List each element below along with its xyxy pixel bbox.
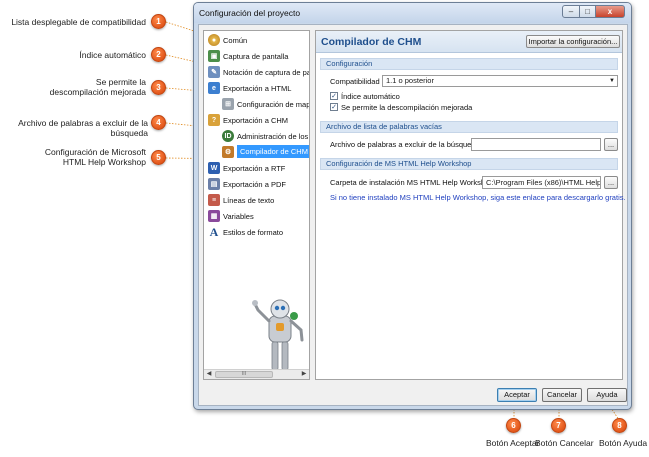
chm-compiler-panel: Compilador de CHM Importar la configurac…: [315, 30, 626, 380]
rtf-export-icon: W: [208, 162, 220, 174]
scroll-thumb[interactable]: III: [215, 371, 273, 378]
window-controls: – □ x: [562, 5, 625, 18]
workshop-browse-button[interactable]: ...: [604, 176, 618, 189]
tree-item-label: Configuración de mapa y: [237, 99, 310, 109]
tree-item-html-export[interactable]: e Exportación a HTML: [208, 82, 291, 94]
page-title: Compilador de CHM: [321, 36, 422, 48]
scroll-right-icon[interactable]: ▶: [299, 370, 309, 379]
tree-item-label: Exportación a PDF: [223, 179, 286, 189]
help-button[interactable]: Ayuda: [587, 388, 627, 402]
annotation-label-8: Botón Ayuda: [599, 438, 648, 448]
tree-item-label: Notación de captura de pantal: [223, 67, 309, 77]
sitemap-icon: ⊞: [222, 98, 234, 110]
tree-item-label: Captura de pantalla: [223, 51, 289, 61]
annotation-badge-7: 7: [551, 418, 566, 433]
auto-index-label: Índice automático: [341, 92, 400, 101]
annotation-badge-4: 4: [151, 115, 166, 130]
robot-mascot-illustration: [252, 299, 304, 376]
annotation-icon: ✎: [208, 66, 220, 78]
scroll-left-icon[interactable]: ◀: [204, 370, 214, 379]
compatibility-label: Compatibilidad: [330, 77, 380, 86]
html-export-icon: e: [208, 82, 220, 94]
tree-item-label: Compilador de CHM: [237, 145, 309, 158]
screenshot-icon: ▣: [208, 50, 220, 62]
chm-compiler-icon: ⚙: [222, 145, 234, 158]
panel-header: Compilador de CHM Importar la configurac…: [316, 31, 622, 53]
workshop-folder-input[interactable]: C:\Program Files (x86)\HTML Help Wor: [482, 176, 601, 189]
stopwords-browse-button[interactable]: ...: [604, 138, 618, 151]
annotation-badge-2: 2: [151, 47, 166, 62]
annotation-badge-1: 1: [151, 14, 166, 29]
tree-item-sitemap-config[interactable]: ⊞ Configuración de mapa y: [222, 98, 310, 110]
tree-item-label: Exportación a CHM: [223, 115, 289, 125]
chevron-down-icon: ▼: [609, 78, 615, 84]
close-button[interactable]: x: [596, 5, 625, 18]
section-config: Configuración: [320, 58, 618, 70]
tree-item-label: Común: [223, 35, 248, 45]
annotation-label-6: Botón Aceptar: [486, 438, 540, 448]
help-ids-icon: ID: [222, 130, 234, 142]
pdf-export-icon: ▤: [208, 178, 220, 190]
tree-item-label: Líneas de texto: [223, 195, 275, 205]
text-lines-icon: ≡: [208, 194, 220, 206]
tree-item-variables[interactable]: ▦ Variables: [208, 210, 254, 222]
tree-item-chm-compiler[interactable]: ⚙ Compilador de CHM: [222, 145, 309, 158]
annotation-badge-3: 3: [151, 80, 166, 95]
project-settings-window: Configuración del proyecto – □ x ● Común…: [193, 2, 632, 410]
annotation-label-1: Lista desplegable de compatibilidad: [11, 17, 146, 27]
import-settings-button[interactable]: Importar la configuración...: [526, 35, 620, 48]
annotation-badge-8: 8: [612, 418, 627, 433]
enhanced-decompile-label: Se permite la descompilación mejorada: [341, 103, 473, 112]
annotation-label-2: Índice automático: [79, 50, 146, 60]
common-icon: ●: [208, 34, 220, 46]
annotation-label-5: Configuración de Microsoft HTML Help Wor…: [44, 147, 146, 167]
tree-item-text-lines[interactable]: ≡ Líneas de texto: [208, 194, 274, 206]
dialog-client-area: ● Común ▣ Captura de pantalla ✎ Notación…: [198, 24, 628, 406]
ok-button[interactable]: Aceptar: [497, 388, 537, 402]
workshop-download-link[interactable]: Si no tiene instalado MS HTML Help Works…: [330, 193, 626, 202]
tree-item-label: Variables: [223, 211, 254, 221]
annotation-badge-5: 5: [151, 150, 166, 165]
settings-tree[interactable]: ● Común ▣ Captura de pantalla ✎ Notación…: [203, 30, 310, 380]
tree-horizontal-scrollbar[interactable]: ◀ III ▶: [204, 369, 309, 379]
tree-item-label: Exportación a RTF: [223, 163, 286, 173]
workshop-folder-label: Carpeta de instalación MS HTML Help Work…: [330, 178, 494, 187]
annotation-badge-6: 6: [506, 418, 521, 433]
annotation-label-7: Botón Cancelar: [535, 438, 594, 448]
compatibility-value: 1.1 o posterior: [386, 76, 434, 85]
cancel-button[interactable]: Cancelar: [542, 388, 582, 402]
stopwords-file-label: Archivo de palabras a excluir de la búsq…: [330, 140, 480, 149]
compatibility-dropdown[interactable]: 1.1 o posterior ▼: [382, 75, 618, 87]
format-styles-icon: A: [209, 224, 219, 239]
section-stopwords: Archivo de lista de palabras vacías: [320, 121, 618, 133]
chm-export-icon: ?: [208, 114, 220, 126]
tree-item-label: Estilos de formato: [223, 227, 284, 237]
tree-item-pdf-export[interactable]: ▤ Exportación a PDF: [208, 178, 286, 190]
annotation-label-4: Archivo de palabras a excluir de la búsq…: [18, 118, 148, 138]
stopwords-file-input[interactable]: [471, 138, 601, 151]
tree-item-label: Exportación a HTML: [223, 83, 292, 93]
annotation-label-3: Se permite la descompilación mejorada: [49, 77, 146, 97]
variables-icon: ▦: [208, 210, 220, 222]
section-workshop: Configuración de MS HTML Help Workshop: [320, 158, 618, 170]
auto-index-checkbox[interactable]: ✓: [330, 92, 338, 100]
maximize-button[interactable]: □: [580, 5, 596, 18]
tree-item-chm-export[interactable]: ? Exportación a CHM: [208, 114, 288, 126]
tree-item-screenshot-annotation[interactable]: ✎ Notación de captura de pantal: [208, 66, 309, 78]
enhanced-decompile-checkbox[interactable]: ✓: [330, 103, 338, 111]
title-bar[interactable]: Configuración del proyecto – □ x: [194, 3, 631, 23]
tree-item-label: Administración de los He: [237, 131, 309, 141]
tree-item-rtf-export[interactable]: W Exportación a RTF: [208, 162, 285, 174]
tree-item-common[interactable]: ● Común: [208, 34, 247, 46]
minimize-button[interactable]: –: [562, 5, 580, 18]
tree-item-format-styles[interactable]: A Estilos de formato: [208, 224, 284, 239]
window-title: Configuración del proyecto: [199, 8, 301, 18]
tree-item-help-ids[interactable]: ID Administración de los He: [222, 130, 309, 142]
tree-item-screenshot[interactable]: ▣ Captura de pantalla: [208, 50, 288, 62]
